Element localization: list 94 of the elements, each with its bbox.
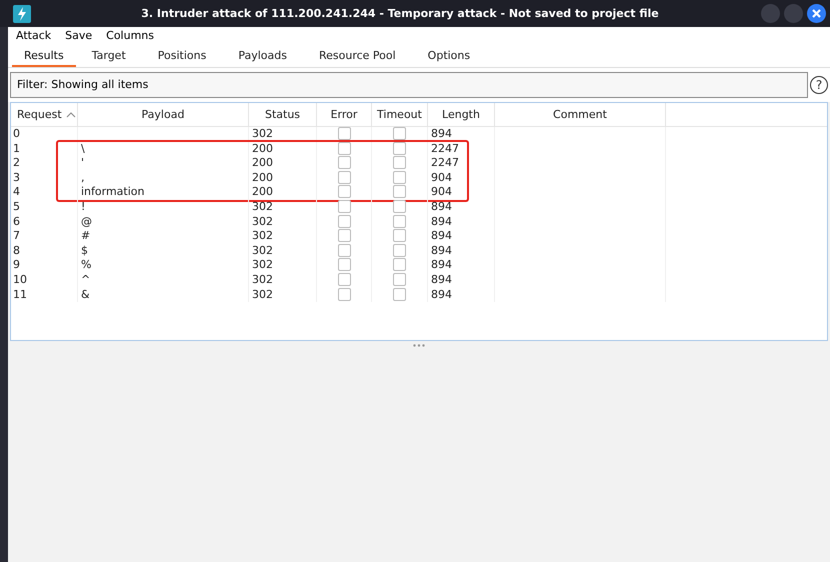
checkbox[interactable] xyxy=(338,244,350,257)
checkbox[interactable] xyxy=(338,142,350,155)
checkbox[interactable] xyxy=(393,200,406,213)
table-cell: 10 xyxy=(13,272,27,286)
table-cell: ^ xyxy=(81,272,90,286)
filter-field[interactable]: Filter: Showing all items xyxy=(10,72,808,98)
checkbox[interactable] xyxy=(393,288,406,301)
checkbox[interactable] xyxy=(338,229,350,242)
table-cell: 302 xyxy=(252,229,273,242)
table-cell: @ xyxy=(81,214,92,228)
table-cell: 2247 xyxy=(431,142,459,155)
table-cell: 894 xyxy=(431,272,452,286)
table-cell: 302 xyxy=(252,288,273,301)
table-cell: 200 xyxy=(252,170,273,184)
table-cell: % xyxy=(81,258,92,272)
table-cell: # xyxy=(81,229,90,242)
checkbox[interactable] xyxy=(338,185,350,198)
table-cell: 2247 xyxy=(431,156,459,170)
lightning-icon xyxy=(13,4,31,22)
menu-item[interactable]: Save xyxy=(65,28,92,45)
checkbox[interactable] xyxy=(393,244,406,257)
checkbox[interactable] xyxy=(393,258,406,272)
checkbox[interactable] xyxy=(338,288,350,301)
checkbox[interactable] xyxy=(393,170,406,184)
column-header[interactable]: Comment xyxy=(495,103,666,126)
table-cell: , xyxy=(81,170,84,184)
checkbox[interactable] xyxy=(338,127,350,140)
column-header[interactable]: Request xyxy=(11,103,78,126)
checkbox[interactable] xyxy=(338,156,350,170)
help-button[interactable]: ? xyxy=(810,76,828,94)
tab[interactable]: Options xyxy=(412,46,486,67)
checkbox[interactable] xyxy=(338,200,350,213)
table-cell: 2 xyxy=(13,156,20,170)
table-cell: 894 xyxy=(431,127,452,140)
checkbox[interactable] xyxy=(393,127,406,140)
checkbox[interactable] xyxy=(393,156,406,170)
table-cell: 894 xyxy=(431,200,452,213)
tab[interactable]: Payloads xyxy=(222,46,303,67)
table-cell: 302 xyxy=(252,272,273,286)
table-cell: & xyxy=(81,288,90,301)
checkbox[interactable] xyxy=(393,229,406,242)
table-cell: 6 xyxy=(13,214,20,228)
menu-item[interactable]: Columns xyxy=(106,28,154,45)
checkbox[interactable] xyxy=(393,142,406,155)
table-cell: 894 xyxy=(431,229,452,242)
table-cell: 904 xyxy=(431,185,452,198)
tab[interactable]: Positions xyxy=(142,46,222,67)
window-title: 3. Intruder attack of 111.200.241.244 - Temporary attack - Not saved to project file xyxy=(140,6,660,22)
table-cell: 302 xyxy=(252,258,273,272)
column-header[interactable]: Payload xyxy=(78,103,249,126)
table-cell: \ xyxy=(81,142,85,155)
sort-ascending-icon xyxy=(66,112,76,118)
table-cell: ' xyxy=(81,156,84,170)
table-cell: 0 xyxy=(13,127,20,140)
table-cell: 200 xyxy=(252,156,273,170)
table-cell: 3 xyxy=(13,170,20,184)
table-cell: 894 xyxy=(431,244,452,257)
table-cell: 904 xyxy=(431,170,452,184)
table-cell: ! xyxy=(81,200,86,213)
table-cell: 7 xyxy=(13,229,20,242)
column-header[interactable]: Timeout xyxy=(372,103,428,126)
table-cell: 302 xyxy=(252,200,273,213)
table-cell: 5 xyxy=(13,200,20,213)
menu-item[interactable]: Attack xyxy=(16,28,52,45)
checkbox[interactable] xyxy=(393,185,406,198)
close-button[interactable] xyxy=(807,4,826,23)
column-header[interactable]: Length xyxy=(428,103,495,126)
column-header[interactable]: Status xyxy=(249,103,317,126)
table-cell: 200 xyxy=(252,142,273,155)
splitter-handle-icon[interactable] xyxy=(413,344,425,346)
checkbox[interactable] xyxy=(338,258,350,272)
checkbox[interactable] xyxy=(338,214,350,228)
table-cell: 302 xyxy=(252,214,273,228)
tab[interactable]: Target xyxy=(76,46,142,67)
table-cell: 302 xyxy=(252,127,273,140)
tab[interactable]: Resource Pool xyxy=(302,46,412,67)
table-cell: 302 xyxy=(252,244,273,257)
table-cell: 1 xyxy=(13,142,20,155)
checkbox[interactable] xyxy=(338,272,350,286)
table-cell: information xyxy=(81,185,144,198)
table-cell: 4 xyxy=(13,185,20,198)
table-cell: 894 xyxy=(431,288,452,301)
table-cell: 9 xyxy=(13,258,20,272)
table-cell: 11 xyxy=(13,288,27,301)
table-cell: 894 xyxy=(431,214,452,228)
checkbox[interactable] xyxy=(338,170,350,184)
checkbox[interactable] xyxy=(393,272,406,286)
table-cell: $ xyxy=(81,244,88,257)
checkbox[interactable] xyxy=(393,214,406,228)
table-cell: 200 xyxy=(252,185,273,198)
table-cell: 8 xyxy=(13,244,20,257)
table-cell: 894 xyxy=(431,258,452,272)
minimize-button[interactable] xyxy=(761,4,780,23)
column-header[interactable]: Error xyxy=(317,103,372,126)
